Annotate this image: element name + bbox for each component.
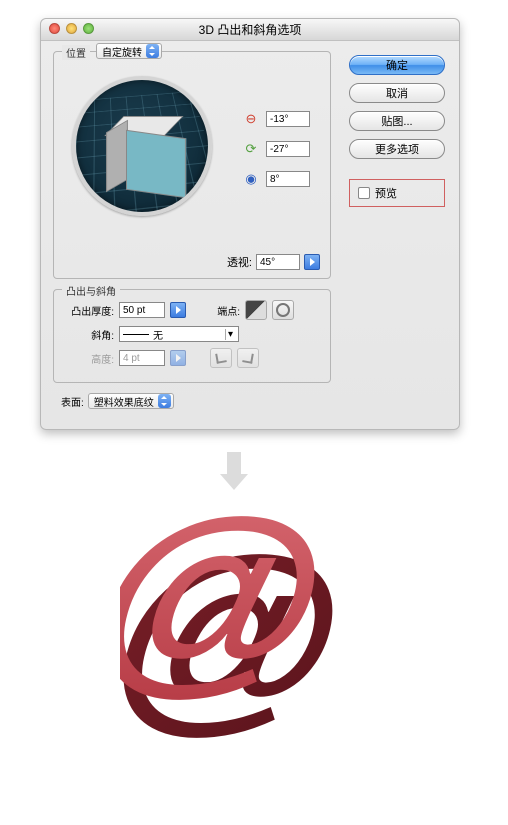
angle-x-row: ⊖	[242, 110, 310, 128]
dialog-title: 3D 凸出和斜角选项	[199, 23, 302, 37]
bevel-out-button	[237, 348, 259, 368]
depth-row: 凸出厚度: 端点:	[64, 300, 320, 320]
dialog-3d-extrude: 3D 凸出和斜角选项 位置 自定旋转 ⊖ ⟳	[40, 18, 460, 430]
close-icon[interactable]	[49, 23, 60, 34]
surface-row: 表面: 塑料效果底纹	[61, 393, 174, 409]
axis-x-icon: ⊖	[242, 110, 260, 128]
bevel-in-button	[210, 348, 232, 368]
trackball-cube	[106, 116, 178, 188]
result-3d-at-symbol: @ @	[120, 510, 380, 790]
bevel-label: 斜角:	[64, 327, 114, 342]
down-arrow-icon	[220, 452, 248, 492]
position-group: 位置 自定旋转 ⊖ ⟳ ◉	[53, 51, 331, 279]
more-options-button[interactable]: 更多选项	[349, 139, 445, 159]
rotation-trackball[interactable]	[72, 76, 212, 216]
angle-y-input[interactable]	[266, 141, 310, 157]
chevron-down-icon: ▾	[225, 329, 235, 340]
perspective-stepper[interactable]	[304, 254, 320, 270]
surface-popup[interactable]: 塑料效果底纹	[88, 393, 174, 409]
angle-y-row: ⟳	[242, 140, 310, 158]
surface-label: 表面:	[61, 394, 84, 409]
bevel-value: 无	[153, 327, 163, 342]
height-input	[119, 350, 165, 366]
cap-label: 端点:	[210, 303, 240, 318]
preview-checkbox-box[interactable]: 预览	[349, 179, 445, 207]
extrude-legend: 凸出与斜角	[62, 283, 120, 298]
axis-z-icon: ◉	[242, 170, 260, 188]
cap-solid-button[interactable]	[245, 300, 267, 320]
height-stepper	[170, 350, 186, 366]
position-mode-value: 自定旋转	[102, 44, 142, 59]
perspective-label: 透视:	[227, 254, 252, 270]
position-mode-popup[interactable]: 自定旋转	[96, 43, 162, 59]
window-controls	[49, 23, 94, 34]
position-legend: 位置	[62, 45, 90, 60]
map-art-button[interactable]: 贴图...	[349, 111, 445, 131]
more-options-label: 更多选项	[375, 141, 419, 157]
cancel-button[interactable]: 取消	[349, 83, 445, 103]
axis-y-icon: ⟳	[242, 140, 260, 158]
preview-checkbox[interactable]	[358, 187, 370, 199]
angle-z-input[interactable]	[266, 171, 310, 187]
depth-label: 凸出厚度:	[64, 303, 114, 318]
depth-input[interactable]	[119, 302, 165, 318]
map-art-label: 贴图...	[381, 113, 412, 129]
perspective-row: 透视:	[227, 254, 320, 270]
bevel-height-row: 高度:	[64, 348, 320, 368]
popup-arrows-icon	[146, 44, 159, 58]
ok-label: 确定	[386, 57, 408, 73]
preview-label: 预览	[375, 185, 397, 201]
bevel-row: 斜角: 无 ▾	[64, 326, 320, 342]
extrude-bevel-group: 凸出与斜角 凸出厚度: 端点: 斜角: 无 ▾ 高度:	[53, 289, 331, 383]
titlebar[interactable]: 3D 凸出和斜角选项	[41, 19, 459, 41]
bevel-line-icon	[123, 334, 149, 335]
cancel-label: 取消	[386, 85, 408, 101]
angle-x-input[interactable]	[266, 111, 310, 127]
popup-arrows-icon	[158, 394, 171, 408]
button-column: 确定 取消 贴图... 更多选项 预览	[349, 55, 445, 207]
zoom-icon[interactable]	[83, 23, 94, 34]
surface-value: 塑料效果底纹	[94, 394, 154, 409]
cap-hollow-button[interactable]	[272, 300, 294, 320]
ok-button[interactable]: 确定	[349, 55, 445, 75]
depth-stepper[interactable]	[170, 302, 186, 318]
perspective-input[interactable]	[256, 254, 300, 270]
bevel-popup[interactable]: 无 ▾	[119, 326, 239, 342]
angle-z-row: ◉	[242, 170, 310, 188]
height-label: 高度:	[64, 351, 114, 366]
minimize-icon[interactable]	[66, 23, 77, 34]
